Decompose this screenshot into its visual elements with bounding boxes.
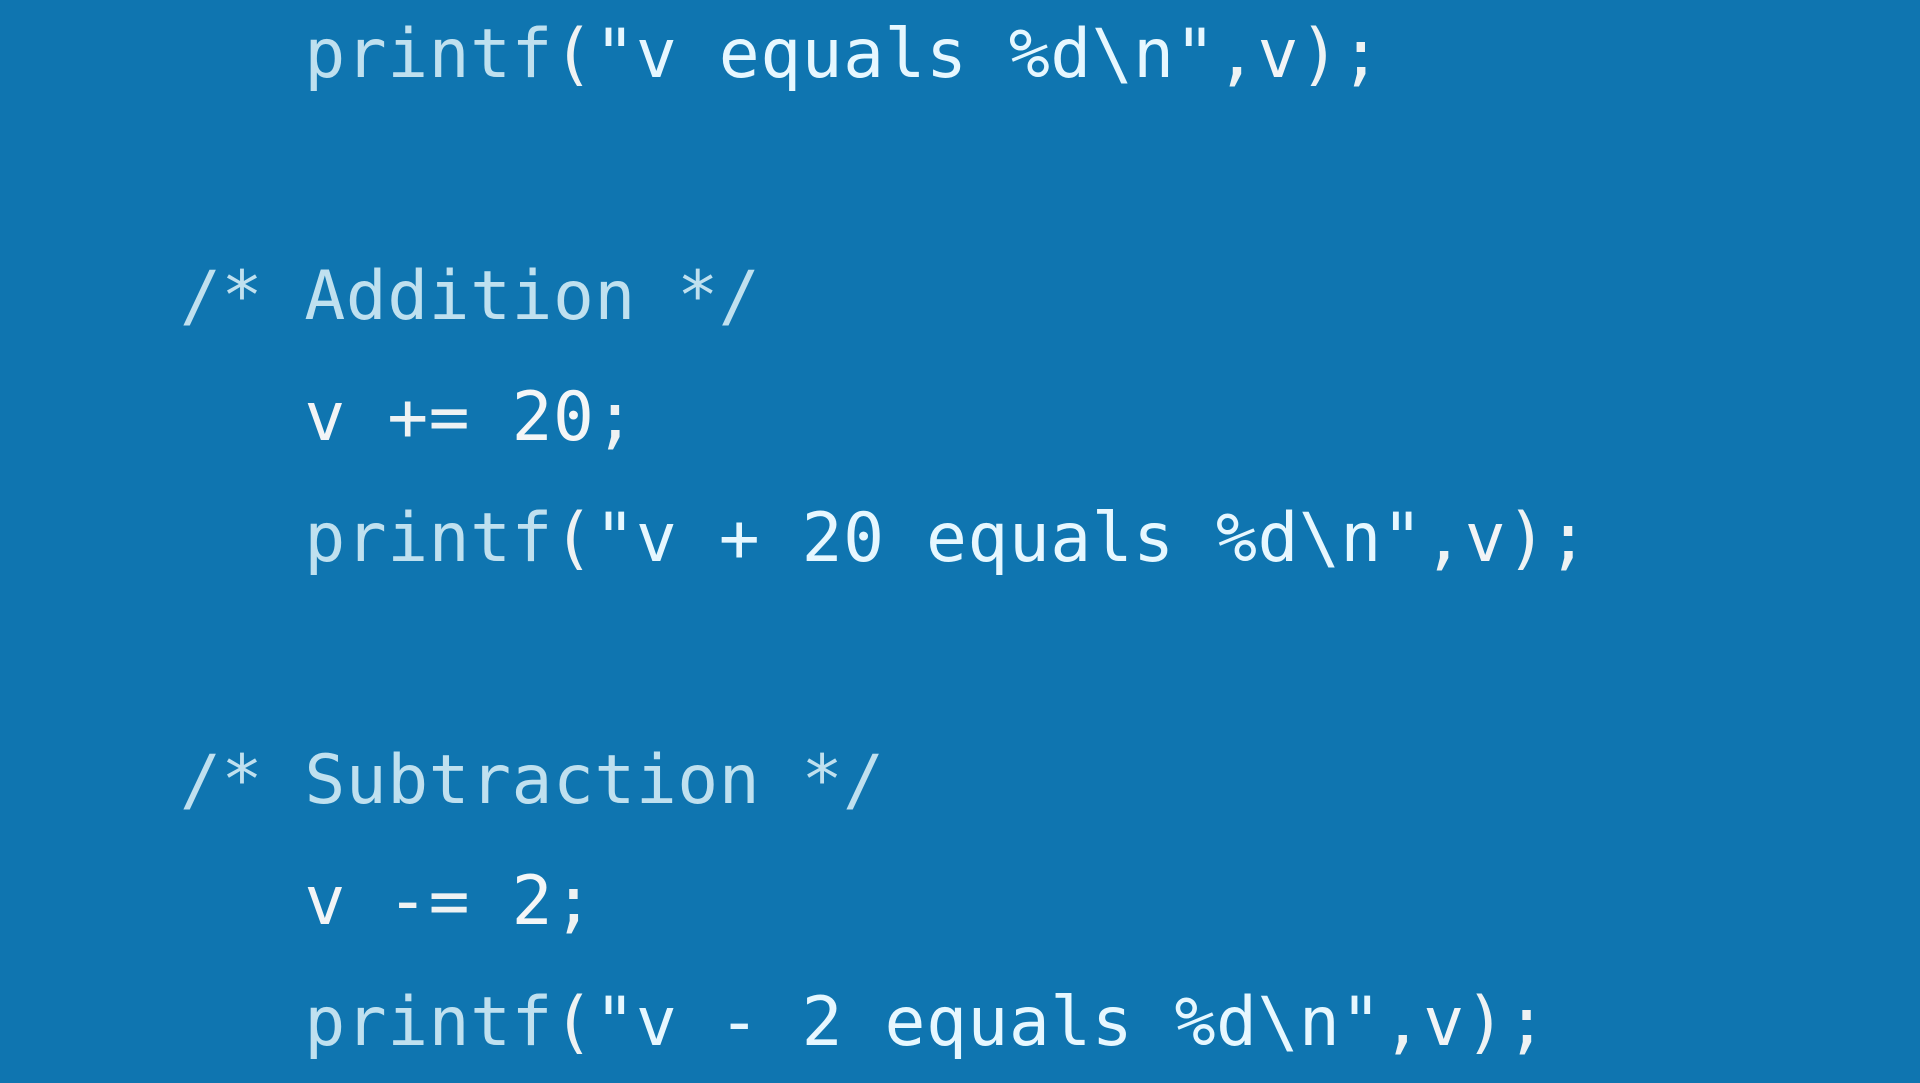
code-line-9: printf("v - 2 equals %d\n",v);	[180, 983, 1548, 1062]
token-quote: "	[594, 983, 635, 1062]
token-close-paren: )	[1299, 15, 1340, 94]
token-close-paren: )	[1465, 983, 1506, 1062]
code-line-3: /* Addition */	[180, 257, 760, 336]
token-printf: printf	[304, 983, 553, 1062]
token-open-paren: (	[553, 499, 594, 578]
token-identifier: v	[304, 862, 345, 941]
token-quote: "	[594, 499, 635, 578]
token-identifier: v	[1423, 983, 1464, 1062]
token-number-2: 2	[512, 862, 553, 941]
token-open-paren: (	[553, 983, 594, 1062]
token-semicolon: ;	[594, 378, 635, 457]
indent	[180, 983, 304, 1062]
code-block: printf("v equals %d\n",v); /* Addition *…	[180, 0, 1589, 1083]
token-quote: "	[594, 15, 635, 94]
token-semicolon: ;	[553, 862, 594, 941]
token-comment-subtraction: /* Subtraction */	[180, 741, 884, 820]
space	[470, 862, 511, 941]
token-number-20: 20	[512, 378, 595, 457]
indent	[180, 15, 304, 94]
token-semicolon: ;	[1340, 15, 1381, 94]
token-semicolon: ;	[1548, 499, 1589, 578]
space	[346, 862, 387, 941]
space	[346, 378, 387, 457]
code-line-8: v -= 2;	[180, 862, 594, 941]
token-close-paren: )	[1506, 499, 1547, 578]
token-string: v equals %d	[636, 15, 1092, 94]
token-escape: \n	[1299, 499, 1382, 578]
token-comma: ,	[1216, 15, 1257, 94]
indent	[180, 499, 304, 578]
code-line-7: /* Subtraction */	[180, 741, 884, 820]
token-identifier: v	[1465, 499, 1506, 578]
token-comma: ,	[1423, 499, 1464, 578]
code-line-4: v += 20;	[180, 378, 636, 457]
token-quote: "	[1382, 499, 1423, 578]
space	[470, 378, 511, 457]
token-identifier: v	[304, 378, 345, 457]
token-open-paren: (	[553, 15, 594, 94]
token-printf: printf	[304, 499, 553, 578]
token-identifier: v	[1258, 15, 1299, 94]
code-line-5: printf("v + 20 equals %d\n",v);	[180, 499, 1589, 578]
token-semicolon: ;	[1506, 983, 1547, 1062]
indent	[180, 862, 304, 941]
token-comment-addition: /* Addition */	[180, 257, 760, 336]
token-plus-equals: +=	[387, 378, 470, 457]
token-comma: ,	[1382, 983, 1423, 1062]
token-quote: "	[1175, 15, 1216, 94]
token-quote: "	[1340, 983, 1381, 1062]
token-escape: \n	[1257, 983, 1340, 1062]
token-string: v + 20 equals %d	[636, 499, 1299, 578]
token-minus-equals: -=	[387, 862, 470, 941]
indent	[180, 378, 304, 457]
token-string: v - 2 equals %d	[636, 983, 1258, 1062]
token-escape: \n	[1092, 15, 1175, 94]
code-line-1: printf("v equals %d\n",v);	[180, 15, 1382, 94]
token-printf: printf	[304, 15, 553, 94]
